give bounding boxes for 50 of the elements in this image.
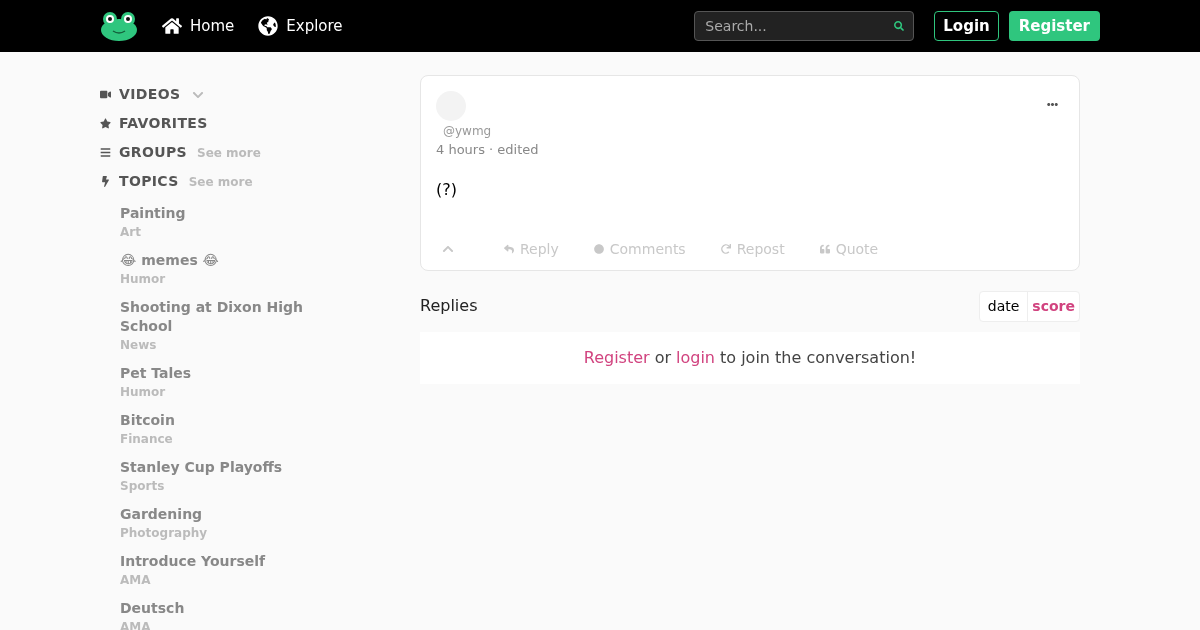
topic-link[interactable]: Bitcoin — [120, 411, 320, 430]
sidebar-section-link[interactable]: FAVORITES — [119, 113, 208, 134]
see-more-link[interactable]: See more — [197, 143, 261, 162]
post-body: (?) — [436, 178, 458, 201]
replies-heading: Replies — [420, 295, 478, 317]
topic-category: AMA — [120, 572, 152, 589]
sidebar-section-link[interactable]: TOPICS — [119, 171, 179, 192]
video-icon — [100, 89, 111, 100]
search-icon[interactable] — [894, 21, 905, 31]
home-icon — [162, 16, 182, 36]
topic-category: News — [120, 337, 158, 354]
globe-icon — [258, 16, 279, 36]
bolt-icon — [100, 176, 111, 187]
search-field[interactable]: Search... — [694, 11, 915, 41]
topic-link[interactable]: Gardening — [120, 505, 320, 524]
topic-link[interactable]: Pet Tales — [120, 364, 320, 383]
reply-icon — [504, 244, 514, 254]
sort-tab[interactable]: date — [979, 291, 1029, 321]
topic-category: Humor — [120, 384, 167, 401]
topic-link[interactable]: Deutsch — [120, 599, 320, 618]
list-icon — [100, 147, 111, 158]
topic-category: Photography — [120, 525, 209, 542]
comments-icon — [593, 244, 604, 254]
topic-link[interactable]: Painting — [120, 204, 320, 223]
see-more-link[interactable]: See more — [188, 172, 253, 191]
topic-link[interactable]: Shooting at Dixon High School — [120, 298, 320, 336]
register-button[interactable]: Register — [1008, 11, 1100, 41]
topic-link[interactable]: 😂 memes 😂 — [120, 251, 320, 270]
register-link[interactable]: Register — [583, 345, 650, 370]
topic-category: Art — [120, 224, 142, 241]
quote-icon — [819, 244, 830, 254]
sidebar-section-link[interactable]: GROUPS — [119, 142, 187, 163]
topic-category: Humor — [120, 271, 167, 288]
star-icon — [100, 118, 111, 129]
login-link[interactable]: login — [676, 345, 715, 370]
post-meta: 4 hours · edited — [436, 141, 540, 159]
topic-category: Sports — [120, 478, 166, 495]
topic-link[interactable]: Introduce Yourself — [120, 552, 320, 571]
repost-icon — [720, 244, 731, 254]
nav-link[interactable]: Home — [162, 14, 235, 38]
user-handle: @ywmg — [443, 123, 493, 140]
topic-link[interactable]: Stanley Cup Playoffs — [120, 458, 320, 477]
sort-tab[interactable]: score — [1028, 291, 1079, 321]
login-button[interactable]: Login — [934, 11, 999, 41]
frog-logo-icon[interactable] — [100, 11, 138, 41]
topic-category: Finance — [120, 431, 174, 448]
sidebar-section-link[interactable]: VIDEOS — [119, 84, 181, 105]
prompt-text: or — [654, 346, 671, 369]
nav-link[interactable]: Explore — [258, 14, 343, 38]
prompt-text: to join the conversation! — [720, 346, 917, 369]
